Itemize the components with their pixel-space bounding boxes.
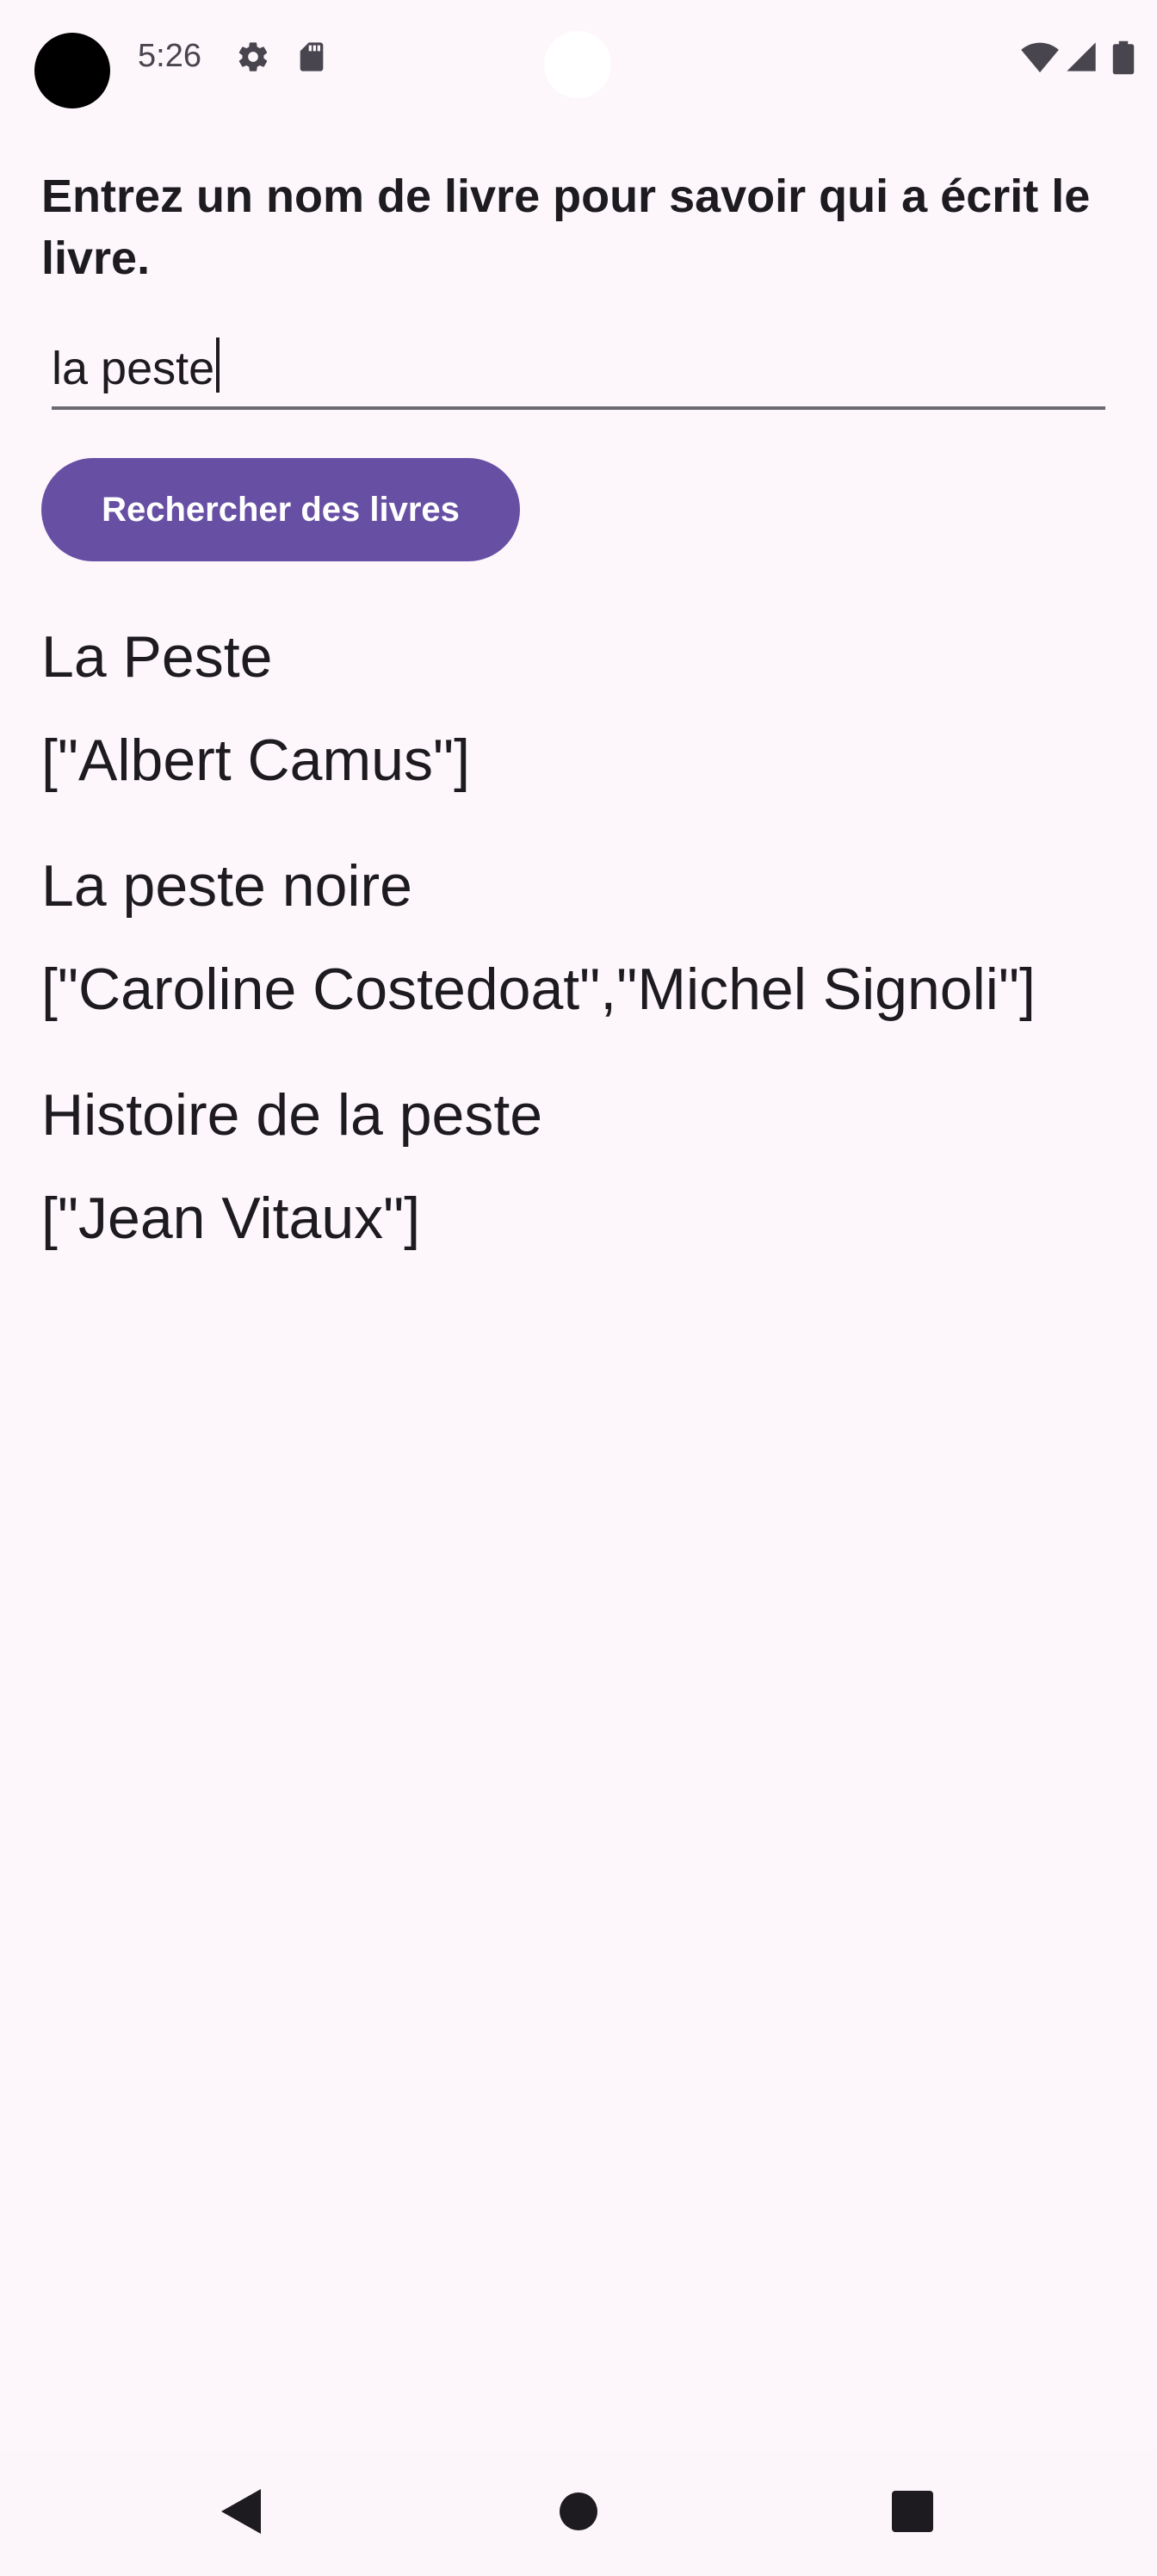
result-item: Histoire de la peste ["Jean Vitaux"] — [41, 1076, 1126, 1305]
front-camera — [544, 31, 611, 98]
cellular-signal-icon — [1064, 40, 1098, 74]
text-caret — [216, 337, 220, 393]
back-icon — [221, 2488, 261, 2538]
battery-icon — [1112, 40, 1135, 75]
result-title: Histoire de la peste — [41, 1082, 543, 1148]
book-name-input[interactable]: la peste — [52, 336, 1105, 410]
recents-button[interactable] — [861, 2450, 964, 2576]
result-item: La peste noire ["Caroline Costedoat","Mi… — [41, 847, 1126, 1076]
instruction-text: Entrez un nom de livre pour savoir qui a… — [41, 170, 1091, 284]
result-title: La Peste — [41, 624, 273, 690]
search-books-button-label: Rechercher des livres — [102, 490, 460, 529]
result-item: La Peste ["Albert Camus"] — [41, 618, 1126, 847]
status-bar: 5:26 — [0, 0, 1157, 129]
wifi-icon — [1021, 40, 1059, 74]
back-button[interactable] — [189, 2450, 293, 2576]
status-time: 5:26 — [138, 38, 201, 74]
result-title: La peste noire — [41, 853, 412, 919]
sd-card-icon — [294, 40, 329, 74]
home-icon — [559, 2492, 598, 2536]
results-list: La Peste ["Albert Camus"] La peste noire… — [41, 618, 1126, 1305]
camera-cutout — [34, 33, 110, 108]
result-authors: ["Albert Camus"] — [41, 728, 470, 793]
result-authors: ["Jean Vitaux"] — [41, 1186, 421, 1251]
recents-icon — [892, 2490, 933, 2536]
book-name-input-value[interactable]: la peste — [52, 336, 220, 401]
home-button[interactable] — [527, 2450, 630, 2576]
settings-gear-icon — [236, 40, 270, 74]
result-authors: ["Caroline Costedoat","Michel Signoli"] — [41, 957, 1036, 1022]
navigation-bar — [0, 2450, 1157, 2576]
search-books-button[interactable]: Rechercher des livres — [41, 458, 520, 561]
